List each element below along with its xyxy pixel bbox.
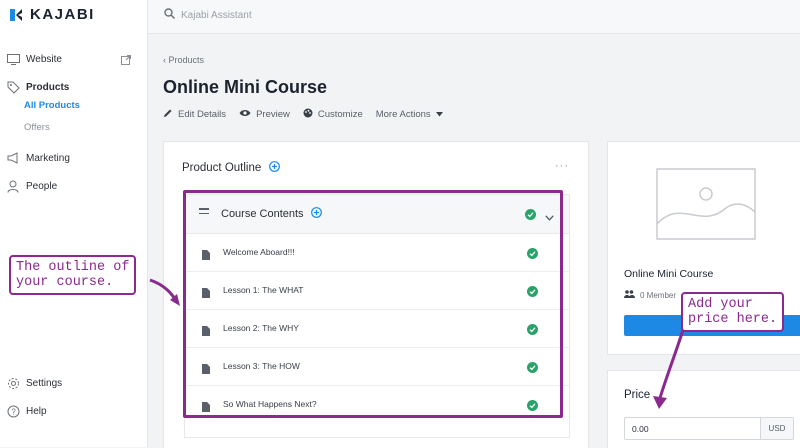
more-actions-dropdown[interactable]: More Actions bbox=[376, 109, 443, 120]
sidebar-item-label: Help bbox=[26, 405, 47, 417]
sidebar-item-people[interactable]: People bbox=[6, 179, 57, 193]
product-actions: Edit Details Preview Customize More Acti… bbox=[163, 108, 456, 121]
pencil-icon bbox=[163, 108, 173, 121]
megaphone-icon bbox=[6, 151, 20, 165]
currency-label: USD bbox=[760, 418, 793, 439]
sidebar-subitem-all-products[interactable]: All Products bbox=[24, 100, 80, 111]
search-icon bbox=[164, 8, 175, 22]
sidebar-item-marketing[interactable]: Marketing bbox=[6, 151, 70, 165]
kajabi-logo-icon bbox=[8, 7, 24, 23]
sidebar-item-settings[interactable]: Settings bbox=[6, 376, 62, 390]
eye-icon bbox=[239, 109, 251, 120]
outline-highlight-box bbox=[183, 190, 563, 418]
sidebar-item-label: Website bbox=[26, 53, 62, 65]
preview-label: Preview bbox=[256, 109, 290, 120]
more-actions-label: More Actions bbox=[375, 109, 431, 120]
customize-button[interactable]: Customize bbox=[303, 108, 363, 121]
price-card: Price USD bbox=[607, 370, 800, 448]
edit-details-label: Edit Details bbox=[178, 109, 227, 120]
breadcrumb-label: Products bbox=[168, 55, 205, 65]
help-icon: ? bbox=[6, 404, 20, 418]
search-placeholder: Kajabi Assistant bbox=[181, 9, 252, 21]
svg-text:?: ? bbox=[11, 407, 16, 416]
gear-icon bbox=[6, 376, 20, 390]
breadcrumb[interactable]: ‹ Products bbox=[163, 55, 204, 65]
sidebar: KAJABI Website Products All Products Off… bbox=[0, 0, 148, 447]
customize-label: Customize bbox=[317, 109, 363, 120]
outline-annotation-note: The outline of your course. bbox=[9, 255, 137, 295]
tag-icon bbox=[6, 80, 20, 94]
person-icon bbox=[6, 179, 20, 193]
image-placeholder-icon[interactable] bbox=[656, 168, 756, 245]
chevron-left-icon: ‹ bbox=[163, 55, 166, 65]
sidebar-item-label: People bbox=[26, 180, 58, 192]
sidebar-item-label: Settings bbox=[26, 377, 63, 389]
product-name: Online Mini Course bbox=[624, 268, 714, 280]
people-icon bbox=[624, 290, 635, 300]
caret-down-icon bbox=[435, 109, 443, 120]
sidebar-item-label: Products bbox=[26, 81, 70, 93]
sidebar-item-help[interactable]: ? Help bbox=[6, 404, 47, 418]
logo-text: KAJABI bbox=[30, 6, 95, 23]
sidebar-item-products[interactable]: Products bbox=[6, 80, 69, 94]
price-label: Price bbox=[624, 389, 651, 401]
monitor-icon bbox=[6, 52, 20, 66]
members-count: 0 Member bbox=[624, 290, 676, 300]
more-options-icon[interactable]: ··· bbox=[555, 160, 569, 172]
external-link-icon[interactable] bbox=[121, 52, 131, 70]
edit-details-button[interactable]: Edit Details bbox=[163, 108, 226, 121]
price-input[interactable] bbox=[625, 422, 764, 435]
sidebar-item-website[interactable]: Website bbox=[6, 52, 62, 66]
product-outline-title: Product Outline bbox=[182, 162, 262, 174]
search-bar[interactable]: Kajabi Assistant bbox=[164, 8, 252, 22]
page-title: Online Mini Course bbox=[163, 77, 328, 97]
product-outline-header: Product Outline bbox=[182, 161, 281, 175]
palette-icon bbox=[303, 108, 313, 121]
price-field[interactable]: USD bbox=[624, 417, 794, 440]
kajabi-logo[interactable]: KAJABI bbox=[8, 6, 95, 23]
add-category-icon[interactable] bbox=[269, 161, 281, 175]
sidebar-subitem-offers[interactable]: Offers bbox=[24, 122, 50, 133]
price-annotation-note: Add your price here. bbox=[681, 292, 785, 332]
sidebar-item-label: Marketing bbox=[26, 152, 70, 164]
members-label: 0 Member bbox=[640, 290, 677, 300]
preview-button[interactable]: Preview bbox=[239, 109, 290, 120]
top-bar: Kajabi Assistant bbox=[148, 0, 800, 34]
